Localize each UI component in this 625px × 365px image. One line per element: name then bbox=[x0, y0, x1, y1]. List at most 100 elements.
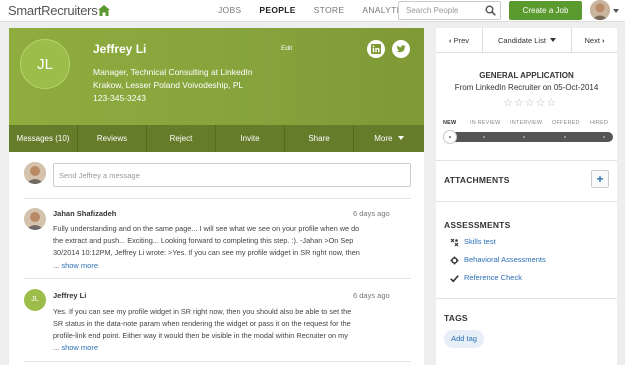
message-line: 30/2014 10:12PM, Jeffrey Li wrote: >Yes.… bbox=[53, 248, 360, 257]
stage-marker bbox=[564, 136, 566, 138]
show-more-link[interactable]: ... show more bbox=[53, 343, 98, 352]
candidate-name: Jeffrey Li bbox=[93, 42, 147, 56]
stage-hired[interactable]: HIRED bbox=[590, 120, 608, 126]
tab-reject[interactable]: Reject bbox=[147, 125, 216, 152]
tab-more[interactable]: More bbox=[354, 125, 424, 152]
linkedin-button[interactable] bbox=[367, 40, 385, 58]
tab-reviews[interactable]: Reviews bbox=[78, 125, 147, 152]
candidate-profile-header: JL Jeffrey Li Edit Manager, Technical Co… bbox=[9, 28, 424, 125]
nav-jobs[interactable]: JOBS bbox=[218, 5, 241, 15]
user-avatar[interactable] bbox=[590, 0, 610, 20]
assessment-link[interactable]: Reference Check bbox=[464, 273, 522, 282]
twitter-button[interactable] bbox=[392, 40, 410, 58]
chevron-down-icon[interactable] bbox=[613, 9, 619, 13]
tags-heading: TAGS bbox=[444, 313, 468, 323]
stage-new[interactable]: NEW bbox=[443, 120, 456, 126]
twitter-icon bbox=[396, 45, 406, 53]
tab-share[interactable]: Share bbox=[285, 125, 354, 152]
show-more-link[interactable]: ... show more bbox=[53, 261, 98, 270]
chevron-right-icon: › bbox=[602, 36, 605, 45]
current-user-avatar bbox=[24, 162, 46, 184]
message-author-avatar: JL bbox=[24, 289, 46, 311]
candidate-phone: 123-345-3243 bbox=[93, 93, 146, 103]
top-navigation-bar: SmartRecruiters JOBS PEOPLE STORE ANALYT… bbox=[0, 0, 625, 22]
candidate-title: Manager, Technical Consulting at LinkedI… bbox=[93, 67, 253, 77]
checkmark-icon bbox=[450, 275, 459, 283]
stage-handle-dot bbox=[449, 136, 451, 138]
chevron-down-icon bbox=[550, 38, 557, 42]
divider bbox=[436, 201, 617, 202]
create-job-button[interactable]: Create a Job bbox=[509, 1, 582, 20]
compose-placeholder: Send Jeffrey a message bbox=[59, 171, 140, 180]
divider bbox=[436, 298, 617, 299]
candidate-list-label: Candidate List bbox=[497, 36, 546, 45]
chevron-left-icon: ‹ bbox=[448, 36, 452, 45]
candidate-location: Krakow, Lesser Poland Voivodeship, PL bbox=[93, 80, 244, 90]
stage-offered[interactable]: OFFERED bbox=[552, 120, 580, 126]
message-author: Jeffrey Li bbox=[53, 291, 87, 300]
smartrecruiters-logo[interactable]: SmartRecruiters bbox=[8, 3, 98, 18]
rating-stars[interactable]: ☆☆☆☆☆ bbox=[503, 96, 557, 109]
divider bbox=[24, 198, 411, 199]
user-avatar-photo bbox=[590, 0, 610, 20]
tab-messages[interactable]: Messages (10) bbox=[9, 125, 78, 152]
home-icon[interactable] bbox=[98, 5, 110, 16]
stage-marker bbox=[523, 136, 525, 138]
message-body: Yes. If you can see my profile widget in… bbox=[53, 306, 375, 342]
chevron-down-icon bbox=[397, 136, 404, 140]
message-line: Fully understanding and on the same page… bbox=[53, 224, 360, 233]
stage-interview[interactable]: INTERVIEW bbox=[510, 120, 542, 126]
application-title: GENERAL APPLICATION bbox=[479, 71, 574, 80]
assessments-heading: ASSESSMENTS bbox=[444, 220, 511, 230]
message-line: the extract and push... Exciting... Look… bbox=[53, 236, 354, 245]
gear-icon bbox=[450, 256, 459, 265]
add-attachment-button[interactable]: + bbox=[591, 170, 609, 188]
message-line: Yes. If you can see my profile widget in… bbox=[53, 307, 352, 316]
application-sidebar: ‹ Prev Candidate List Next › GENERAL APP… bbox=[436, 28, 617, 365]
search-icon[interactable] bbox=[485, 5, 496, 16]
message-author: Jahan Shafizadeh bbox=[53, 209, 117, 218]
tab-invite[interactable]: Invite bbox=[216, 125, 285, 152]
assessment-link[interactable]: Behavioral Assessments bbox=[464, 255, 546, 264]
messages-panel: Send Jeffrey a message Jahan Shafizadeh … bbox=[9, 152, 424, 365]
divider bbox=[24, 278, 411, 279]
message-compose-input[interactable]: Send Jeffrey a message bbox=[53, 163, 411, 187]
hiring-stages: NEW IN REVIEW INTERVIEW OFFERED HIRED bbox=[443, 120, 613, 130]
attachments-heading: ATTACHMENTS bbox=[444, 175, 510, 185]
message-timestamp: 6 days ago bbox=[353, 209, 390, 218]
stage-in-review[interactable]: IN REVIEW bbox=[470, 120, 501, 126]
add-tag-button[interactable]: Add tag bbox=[444, 330, 484, 348]
candidate-action-tabs: Messages (10) Reviews Reject Invite Shar… bbox=[9, 125, 424, 152]
candidate-avatar: JL bbox=[20, 39, 70, 89]
message-author-avatar bbox=[24, 208, 46, 230]
nav-store[interactable]: STORE bbox=[314, 5, 345, 15]
search-people-input[interactable]: Search People bbox=[398, 1, 501, 20]
divider bbox=[436, 160, 617, 161]
message-timestamp: 6 days ago bbox=[353, 291, 390, 300]
prev-label: Prev bbox=[453, 36, 469, 45]
application-source: From LinkedIn Recruiter on 05-Oct-2014 bbox=[454, 83, 599, 92]
edit-link[interactable]: Edit bbox=[281, 45, 292, 52]
show-more-label: show more bbox=[61, 261, 99, 270]
stage-slider[interactable] bbox=[443, 130, 613, 144]
tab-more-label: More bbox=[374, 134, 393, 143]
stage-marker bbox=[483, 136, 485, 138]
show-more-label: show more bbox=[61, 343, 99, 352]
candidate-navigation: ‹ Prev Candidate List Next › bbox=[436, 28, 617, 53]
search-placeholder: Search People bbox=[406, 6, 459, 15]
message-line: profile-link end point. Either way it wo… bbox=[53, 331, 348, 340]
current-user-photo bbox=[24, 162, 46, 184]
message-line: SR status in the data-note param when re… bbox=[53, 319, 351, 328]
next-label: Next bbox=[584, 36, 600, 45]
next-button[interactable]: Next › bbox=[572, 28, 617, 53]
nav-people[interactable]: PEOPLE bbox=[259, 5, 295, 15]
author-photo bbox=[24, 208, 46, 230]
stage-marker bbox=[603, 136, 605, 138]
stage-slider-handle[interactable] bbox=[443, 130, 457, 144]
candidate-list-dropdown[interactable]: Candidate List bbox=[483, 28, 572, 53]
prev-button[interactable]: ‹ Prev bbox=[436, 28, 483, 53]
assessment-link[interactable]: Skills test bbox=[464, 237, 496, 246]
linkedin-icon bbox=[371, 44, 381, 54]
divider bbox=[24, 361, 411, 362]
puzzle-icon bbox=[450, 238, 459, 247]
